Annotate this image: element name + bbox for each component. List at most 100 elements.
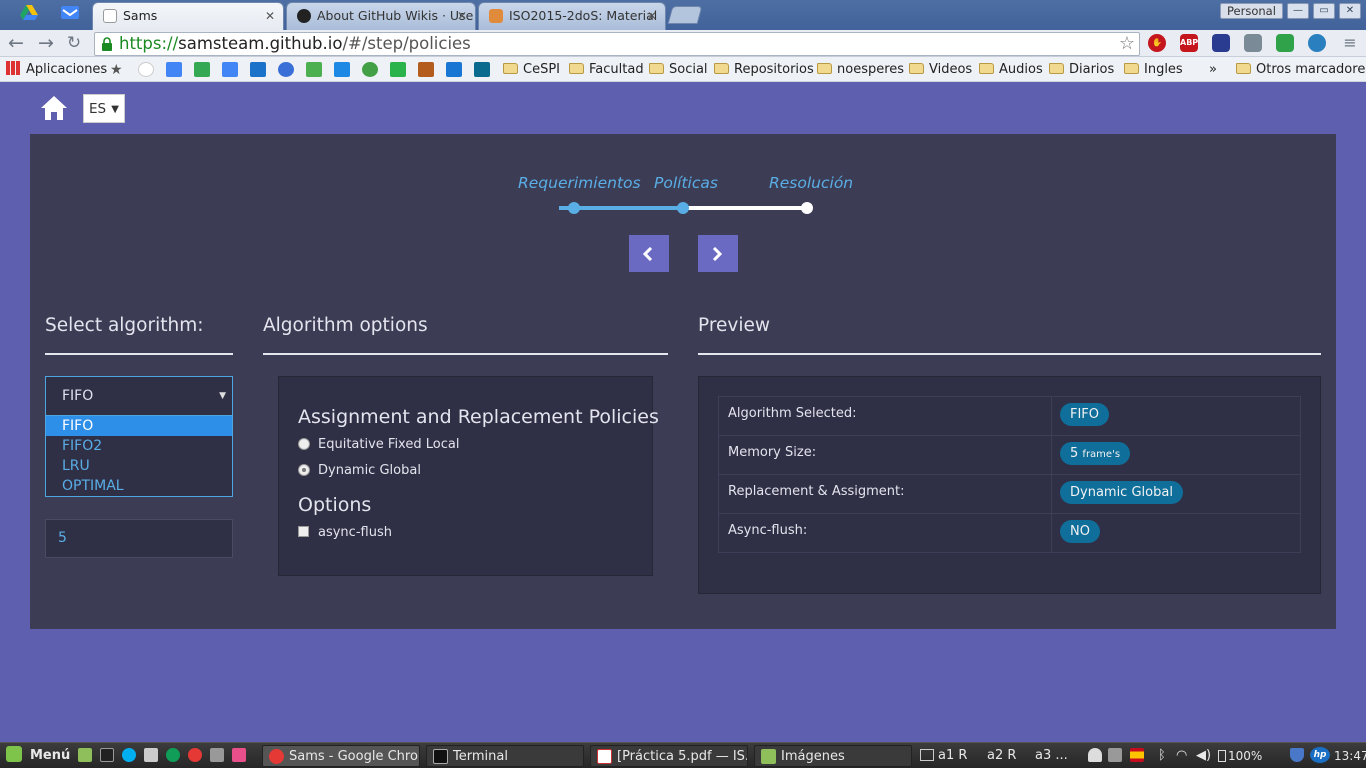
adblock-icon[interactable]: ABP	[1180, 34, 1198, 52]
start-menu-button[interactable]: Menú	[6, 745, 70, 767]
keyboard-layout-flag-icon[interactable]	[1130, 748, 1144, 762]
tab-github-wikis[interactable]: About GitHub Wikis · Use ✕	[286, 2, 476, 30]
terminal-launcher-icon[interactable]	[100, 748, 114, 762]
messenger-icon[interactable]	[278, 62, 294, 77]
language-select[interactable]: ES ▼	[83, 94, 125, 123]
checkbox[interactable]	[298, 526, 309, 537]
puzzle-extension-icon[interactable]	[1244, 34, 1262, 52]
folder-label: noesperes	[837, 62, 905, 77]
policy-equitative-fixed-local[interactable]: Equitative Fixed Local	[298, 437, 459, 453]
hp-logo-icon[interactable]: hp	[1310, 747, 1330, 763]
folder-icon	[569, 63, 584, 74]
bookmark-folder-cespi[interactable]: CeSPI	[503, 61, 560, 78]
extension-icon[interactable]	[1212, 34, 1230, 52]
algorithm-option-optimal[interactable]: OPTIMAL	[46, 476, 232, 496]
feedly-icon[interactable]	[390, 62, 406, 77]
bookmark-folder-diarios[interactable]: Diarios	[1049, 61, 1114, 78]
slack-launcher-icon[interactable]	[232, 748, 246, 762]
home-icon[interactable]	[39, 94, 69, 122]
cast-extension-icon[interactable]	[1308, 34, 1326, 52]
taskbar-window-chrome[interactable]: Sams - Google Chrome	[262, 745, 420, 767]
shield-icon[interactable]	[1290, 748, 1304, 762]
maximize-icon[interactable]: ▭	[1313, 3, 1335, 19]
taskbar-window-images[interactable]: Imágenes	[754, 745, 912, 767]
close-tab-icon[interactable]: ✕	[647, 3, 657, 29]
bookmark-folder-ingles[interactable]: Ingles	[1124, 61, 1183, 78]
tab-sams[interactable]: Sams ✕	[92, 2, 284, 30]
workspace-2[interactable]: a2 R	[987, 745, 1016, 767]
trello-icon[interactable]	[474, 62, 490, 77]
taskbar-window-pdf[interactable]: [Práctica 5.pdf — IS...	[590, 745, 748, 767]
chrome-menu-icon[interactable]: ≡	[1340, 34, 1360, 54]
inbox-bookmark-icon[interactable]	[222, 62, 238, 77]
volume-icon[interactable]: ◀)	[1196, 745, 1211, 767]
taskbar-window-terminal[interactable]: Terminal	[426, 745, 584, 767]
maps-icon[interactable]	[194, 62, 210, 77]
forward-arrow-icon[interactable]: →	[36, 34, 56, 54]
feedly-bookmark-icon[interactable]	[306, 62, 322, 77]
close-tab-icon[interactable]: ✕	[265, 3, 275, 29]
async-flush-option[interactable]: async-flush	[298, 525, 392, 541]
step-requerimientos[interactable]: Requerimientos	[518, 174, 641, 192]
bookmark-folder-videos[interactable]: Videos	[909, 61, 972, 78]
memory-size-input[interactable]: 5	[45, 519, 233, 558]
radio-button[interactable]	[298, 438, 310, 450]
translate-icon[interactable]	[166, 62, 182, 77]
more-bookmarks-button[interactable]: »	[1209, 61, 1217, 78]
google-icon[interactable]	[138, 62, 154, 77]
user-icon[interactable]	[1088, 748, 1102, 762]
tab-iso2015[interactable]: ISO2015-2doS: Material ✕	[478, 2, 666, 30]
policy-dynamic-global[interactable]: Dynamic Global	[298, 463, 421, 479]
close-window-icon[interactable]: ✕	[1339, 3, 1361, 19]
apps-shortcut[interactable]: Aplicaciones	[6, 61, 107, 78]
chat-bookmark-icon[interactable]	[446, 62, 462, 77]
print-extension-icon[interactable]	[1276, 34, 1294, 52]
algorithm-option-fifo2[interactable]: FIFO2	[46, 436, 232, 456]
other-bookmarks-folder[interactable]: Otros marcadores	[1236, 61, 1366, 78]
wifi-icon[interactable]: ◠	[1176, 745, 1187, 767]
update-icon[interactable]	[1108, 748, 1122, 762]
bookmark-folder-noesperes[interactable]: noesperes	[817, 61, 904, 78]
stop-extension-icon[interactable]: ✋	[1148, 34, 1166, 52]
calendar-bookmark-icon[interactable]	[334, 62, 350, 77]
bookmark-star-icon[interactable]: ☆	[1119, 33, 1135, 55]
app-launcher-icon[interactable]	[210, 748, 224, 762]
radio-button-selected[interactable]	[298, 464, 310, 476]
step-resolucion[interactable]: Resolución	[769, 174, 853, 192]
skype-launcher-icon[interactable]	[122, 748, 136, 762]
workspace-1[interactable]: a1 R	[920, 745, 967, 767]
step-politicas[interactable]: Políticas	[654, 174, 718, 192]
preview-key: Algorithm Selected:	[718, 396, 1052, 436]
mail-pinned-tab[interactable]	[54, 4, 86, 22]
clock[interactable]: 13:47	[1334, 745, 1366, 767]
previous-step-button[interactable]	[629, 235, 669, 272]
bookmark-folder-social[interactable]: Social	[649, 61, 708, 78]
new-tab-button[interactable]	[667, 6, 703, 24]
link-bookmark-icon[interactable]	[362, 62, 378, 77]
bookmark-folder-repositorios[interactable]: Repositorios	[714, 61, 814, 78]
chrome-launcher-icon[interactable]	[188, 748, 202, 762]
hangouts-launcher-icon[interactable]	[166, 748, 180, 762]
files-launcher-icon[interactable]	[78, 748, 92, 762]
outlook-icon[interactable]	[250, 62, 266, 77]
bookmark-folder-audios[interactable]: Audios	[979, 61, 1043, 78]
minimize-icon[interactable]: —	[1287, 3, 1309, 19]
workspace-3[interactable]: a3 ...	[1035, 745, 1068, 767]
bookmark-star-icon[interactable]: ★	[110, 62, 126, 78]
drive-pinned-tab[interactable]	[14, 4, 44, 22]
pdf-icon	[597, 749, 612, 764]
fu-bookmark-icon[interactable]	[418, 62, 434, 77]
profile-button[interactable]: Personal	[1220, 3, 1283, 19]
bluetooth-icon[interactable]: ᛒ	[1158, 745, 1166, 767]
algorithm-option-lru[interactable]: LRU	[46, 456, 232, 476]
bookmark-folder-facultad[interactable]: Facultad	[569, 61, 644, 78]
address-bar[interactable]: https://samsteam.github.io/#/step/polici…	[94, 32, 1140, 56]
close-tab-icon[interactable]: ✕	[457, 3, 467, 29]
algorithm-option-fifo[interactable]: FIFO	[46, 416, 232, 436]
back-arrow-icon[interactable]: ←	[6, 34, 26, 54]
next-step-button[interactable]	[698, 235, 738, 272]
battery-indicator[interactable]: 100%	[1218, 745, 1262, 767]
reload-icon[interactable]: ↻	[64, 34, 84, 54]
algorithm-select[interactable]: FIFO ▼	[45, 376, 233, 416]
app-launcher-icon[interactable]	[144, 748, 158, 762]
